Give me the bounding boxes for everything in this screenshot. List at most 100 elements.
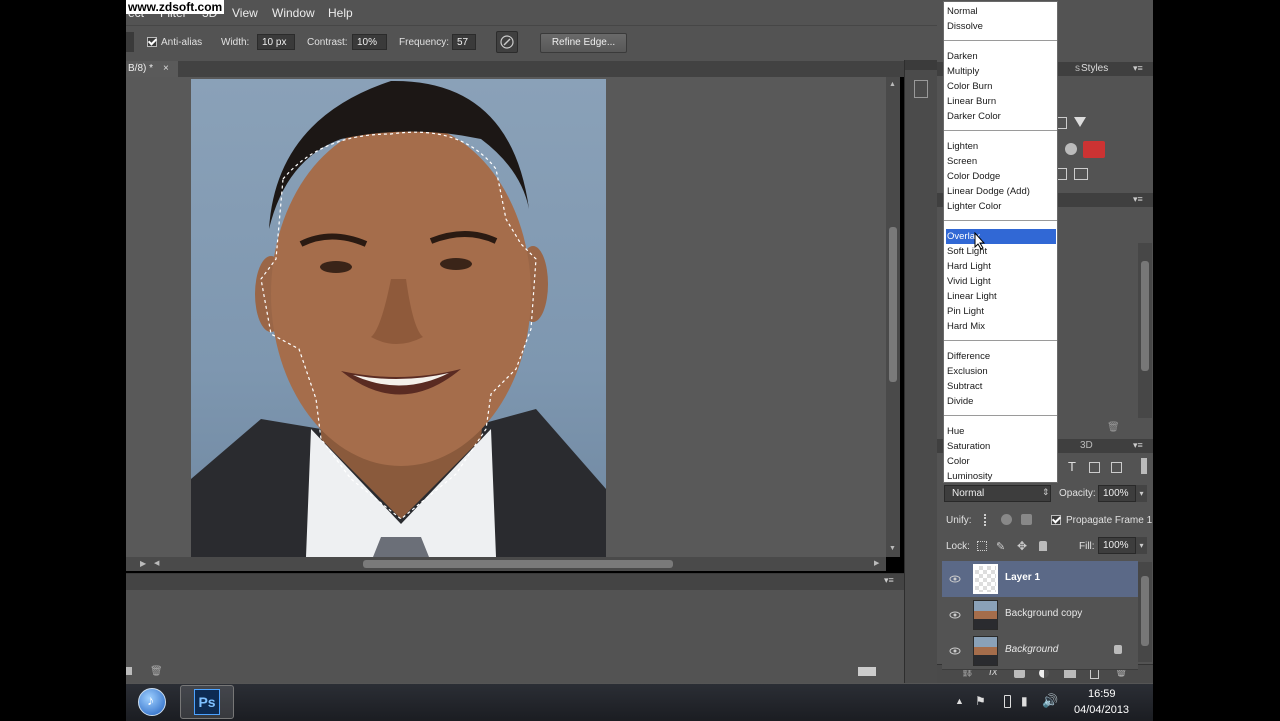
menu-view[interactable]: View (232, 6, 258, 20)
layer-row-background-copy[interactable]: Background copy (942, 597, 1138, 634)
blend-option-divide[interactable]: Divide (946, 394, 1056, 409)
convert-icon[interactable] (126, 667, 132, 675)
layer-name[interactable]: Background copy (1005, 608, 1082, 619)
refine-edge-button[interactable]: Refine Edge... (540, 33, 627, 53)
clock-date[interactable]: 04/04/2013 (1074, 704, 1129, 716)
blend-option-saturation[interactable]: Saturation (946, 439, 1056, 454)
blend-option-overlay[interactable]: Overlay (946, 229, 1056, 244)
partial-tab-label[interactable]: s (1075, 63, 1080, 74)
properties-scrollbar[interactable] (1138, 243, 1152, 418)
clock-time[interactable]: 16:59 (1088, 688, 1116, 700)
opacity-field[interactable]: 100% (1098, 485, 1136, 502)
layer-row-background[interactable]: Background (942, 633, 1138, 670)
blend-option-subtract[interactable]: Subtract (946, 379, 1056, 394)
blend-option-vivid-light[interactable]: Vivid Light (946, 274, 1056, 289)
horizontal-scroll-thumb[interactable] (363, 560, 673, 568)
channel-mixer-icon[interactable] (1065, 143, 1077, 155)
invert-icon[interactable] (1057, 168, 1067, 180)
panel-menu-icon[interactable]: ▾≡ (884, 575, 894, 586)
properties-scroll-thumb[interactable] (1141, 261, 1149, 371)
visibility-eye-icon[interactable] (949, 645, 961, 657)
scroll-down-icon[interactable]: ▼ (889, 545, 896, 552)
blend-option-hue[interactable]: Hue (946, 424, 1056, 439)
document-tab[interactable]: B/8) * × (126, 61, 178, 77)
fill-dropdown-icon[interactable]: ▾ (1136, 537, 1147, 554)
propagate-frame-checkbox[interactable] (1051, 515, 1061, 525)
tablet-pressure-button[interactable] (496, 31, 518, 53)
fill-field[interactable]: 100% (1098, 537, 1136, 554)
panel-menu-icon[interactable]: ▾≡ (1133, 440, 1143, 451)
visibility-eye-icon[interactable] (949, 573, 961, 585)
network-icon[interactable]: ▮ (1021, 694, 1028, 708)
show-hidden-icons-icon[interactable]: ▲ (955, 696, 964, 706)
vertical-scroll-thumb[interactable] (889, 227, 897, 382)
layer-thumbnail-portrait[interactable] (973, 600, 998, 630)
document-photo[interactable] (191, 79, 606, 557)
lock-pixels-icon[interactable]: ✎ (996, 540, 1005, 553)
timeline-toggle-icon[interactable] (858, 667, 876, 676)
layer-thumbnail-portrait[interactable] (973, 636, 998, 666)
smart-object-filter-icon[interactable] (1111, 462, 1122, 473)
blend-option-soft-light[interactable]: Soft Light (946, 244, 1056, 259)
color-lookup-icon[interactable] (1083, 141, 1105, 158)
menu-window[interactable]: Window (272, 6, 315, 20)
layer-name[interactable]: Background (1005, 644, 1058, 655)
layer-thumbnail-transparent[interactable] (973, 564, 998, 594)
filter-toggle[interactable] (1141, 458, 1147, 474)
tab-close-icon[interactable]: × (163, 61, 169, 77)
trash-icon[interactable]: 🗑 (150, 666, 163, 677)
layer-row-layer-1[interactable]: Layer 1 (942, 561, 1138, 598)
blend-option-color-dodge[interactable]: Color Dodge (946, 169, 1056, 184)
contrast-field[interactable]: 10% (352, 34, 387, 50)
blend-option-color[interactable]: Color (946, 454, 1056, 469)
vertical-scrollbar[interactable]: ▲ ▼ (886, 77, 900, 557)
menu-help[interactable]: Help (328, 6, 353, 20)
blend-option-lighter-color[interactable]: Lighter Color (946, 199, 1056, 214)
volume-icon[interactable]: 🔊 (1042, 693, 1058, 709)
blend-option-linear-dodge-add[interactable]: Linear Dodge (Add) (946, 184, 1056, 199)
lock-position-icon[interactable]: ✥ (1017, 539, 1027, 553)
unify-position-icon[interactable] (984, 514, 990, 526)
action-center-flag-icon[interactable]: ⚑ (975, 694, 986, 708)
layers-scroll-thumb[interactable] (1141, 576, 1149, 646)
taskbar-app-itunes[interactable]: ♪ (129, 685, 173, 719)
tab-styles[interactable]: Styles (1081, 63, 1108, 74)
panel-menu-icon[interactable]: ▾≡ (1133, 194, 1143, 205)
blend-mode-select[interactable]: Normal ⇕ (944, 485, 1051, 502)
blend-option-multiply[interactable]: Multiply (946, 64, 1056, 79)
scroll-up-icon[interactable]: ▲ (889, 81, 896, 88)
play-icon[interactable]: ▶ (140, 559, 146, 568)
canvas-area[interactable] (126, 77, 886, 557)
blend-option-color-burn[interactable]: Color Burn (946, 79, 1056, 94)
trash-icon[interactable]: 🗑 (1107, 422, 1120, 433)
blend-option-luminosity[interactable]: Luminosity (946, 469, 1056, 484)
levels-adjust-icon[interactable] (1057, 117, 1067, 129)
horizontal-scrollbar[interactable]: ▶ ◀ ▶ (126, 557, 886, 571)
opacity-dropdown-icon[interactable]: ▾ (1136, 485, 1147, 502)
shape-filter-icon[interactable] (1089, 462, 1100, 473)
lock-transparency-icon[interactable] (977, 541, 987, 551)
blend-option-linear-burn[interactable]: Linear Burn (946, 94, 1056, 109)
blend-option-darker-color[interactable]: Darker Color (946, 109, 1056, 124)
blend-option-pin-light[interactable]: Pin Light (946, 304, 1056, 319)
tab-3d[interactable]: 3D (1080, 440, 1093, 451)
tool-preset-edge[interactable] (126, 32, 134, 52)
new-group-icon[interactable] (1064, 669, 1076, 678)
blend-mode-dropdown-list[interactable]: Normal Dissolve Darken Multiply Color Burn Li… (943, 1, 1058, 483)
visibility-eye-icon[interactable] (949, 609, 961, 621)
blend-option-normal[interactable]: Normal (946, 4, 1056, 19)
blend-option-lighten[interactable]: Lighten (946, 139, 1056, 154)
gradient-map-icon[interactable] (1074, 117, 1086, 127)
panel-menu-icon[interactable]: ▾≡ (1133, 63, 1143, 74)
layer-name[interactable]: Layer 1 (1005, 572, 1040, 583)
taskbar-app-photoshop[interactable]: Ps (180, 685, 234, 719)
blend-option-dissolve[interactable]: Dissolve (946, 19, 1056, 34)
unify-style-icon[interactable] (1021, 514, 1032, 525)
scroll-left-icon[interactable]: ◀ (154, 559, 159, 567)
blend-option-linear-light[interactable]: Linear Light (946, 289, 1056, 304)
selective-color-icon[interactable] (1074, 168, 1088, 180)
layers-scrollbar[interactable] (1138, 562, 1152, 662)
add-mask-icon[interactable] (1014, 669, 1025, 678)
blend-option-exclusion[interactable]: Exclusion (946, 364, 1056, 379)
battery-icon[interactable] (1004, 695, 1011, 708)
